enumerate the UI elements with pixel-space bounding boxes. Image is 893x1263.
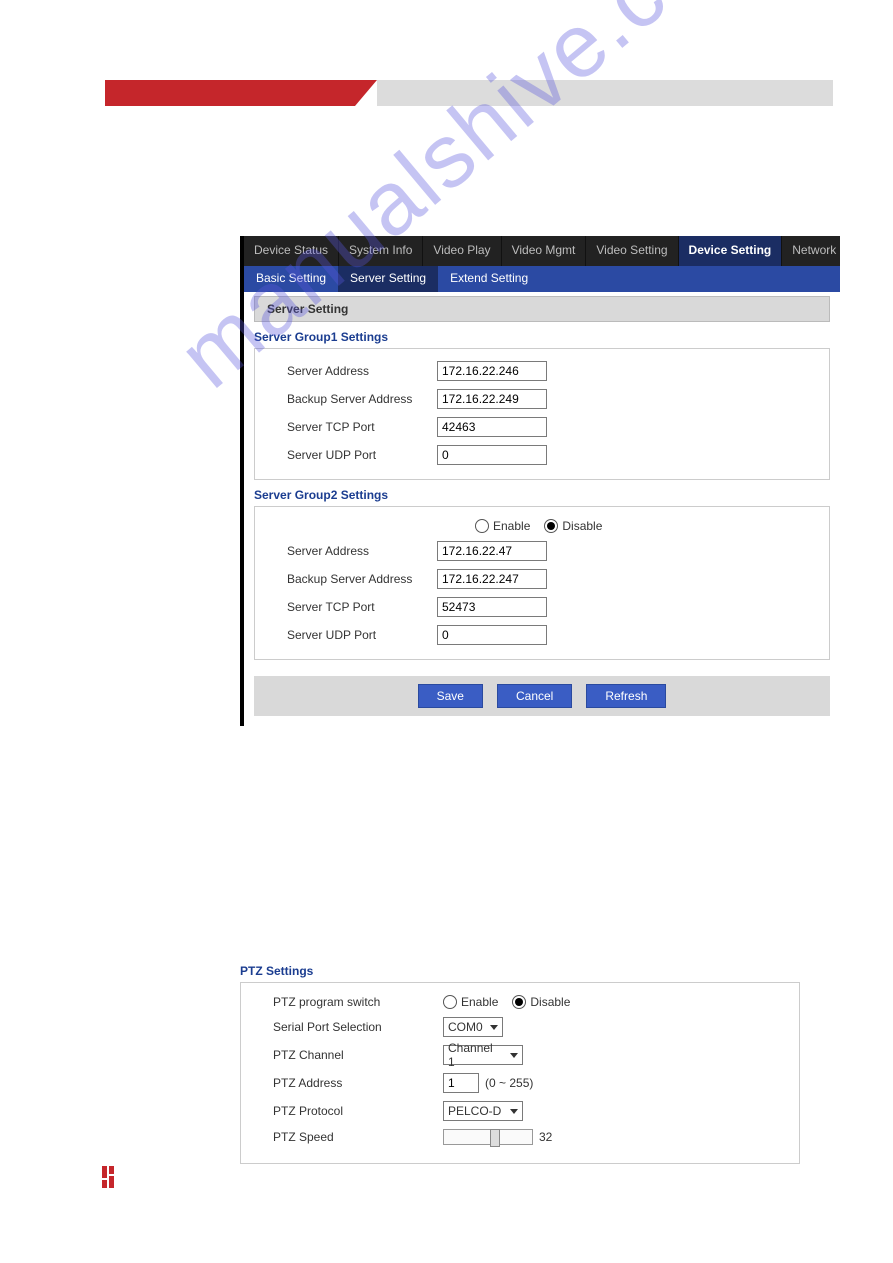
g2-tcp-label: Server TCP Port [267, 600, 437, 614]
g2-server-address-input[interactable] [437, 541, 547, 561]
g1-udp-input[interactable] [437, 445, 547, 465]
ptz-box: PTZ program switch Enable Disable Serial… [240, 982, 800, 1164]
g2-tcp-input[interactable] [437, 597, 547, 617]
g1-udp-label: Server UDP Port [267, 448, 437, 462]
tab-device-status[interactable]: Device Status [244, 236, 339, 266]
button-bar: Save Cancel Refresh [254, 676, 830, 716]
g2-udp-label: Server UDP Port [267, 628, 437, 642]
tab-network-settings[interactable]: Network Setti [782, 236, 840, 266]
tab-video-setting[interactable]: Video Setting [586, 236, 678, 266]
ptz-channel-label: PTZ Channel [253, 1048, 443, 1062]
g2-backup-input[interactable] [437, 569, 547, 589]
ptz-speed-value: 32 [539, 1130, 552, 1144]
ptz-switch-label: PTZ program switch [253, 995, 443, 1009]
ptz-address-range: (0 ~ 255) [485, 1076, 533, 1090]
top-tabs: Device Status System Info Video Play Vid… [244, 236, 840, 266]
g1-backup-label: Backup Server Address [267, 392, 437, 406]
banner-red [105, 80, 355, 106]
group1-box: Server Address Backup Server Address Ser… [254, 348, 830, 480]
g1-server-address-label: Server Address [267, 364, 437, 378]
g1-tcp-input[interactable] [437, 417, 547, 437]
server-setting-screenshot: Device Status System Info Video Play Vid… [240, 236, 840, 726]
ptz-settings-screenshot: PTZ Settings PTZ program switch Enable D… [240, 956, 800, 1164]
subtab-extend-setting[interactable]: Extend Setting [438, 266, 540, 292]
group2-title: Server Group2 Settings [254, 480, 830, 506]
g2-backup-label: Backup Server Address [267, 572, 437, 586]
g1-backup-input[interactable] [437, 389, 547, 409]
sub-tabs: Basic Setting Server Setting Extend Sett… [244, 266, 840, 292]
g2-enable-label: Enable [493, 519, 530, 533]
ptz-enable-radio[interactable] [443, 995, 457, 1009]
tab-video-play[interactable]: Video Play [423, 236, 501, 266]
brand-logo-icon [100, 1166, 116, 1188]
group1-title: Server Group1 Settings [254, 322, 830, 348]
g2-enable-radio[interactable] [475, 519, 489, 533]
banner-gray [377, 80, 833, 106]
g1-tcp-label: Server TCP Port [267, 420, 437, 434]
save-button[interactable]: Save [418, 684, 483, 708]
g2-server-address-label: Server Address [267, 544, 437, 558]
g2-disable-radio[interactable] [544, 519, 558, 533]
refresh-button[interactable]: Refresh [586, 684, 666, 708]
g1-server-address-input[interactable] [437, 361, 547, 381]
ptz-serial-select[interactable]: COM0 [443, 1017, 503, 1037]
ptz-address-input[interactable] [443, 1073, 479, 1093]
tab-device-setting[interactable]: Device Setting [679, 236, 783, 266]
ptz-serial-label: Serial Port Selection [253, 1020, 443, 1034]
ptz-title: PTZ Settings [240, 956, 800, 982]
g2-udp-input[interactable] [437, 625, 547, 645]
ptz-protocol-label: PTZ Protocol [253, 1104, 443, 1118]
ptz-address-label: PTZ Address [253, 1076, 443, 1090]
ptz-protocol-select[interactable]: PELCO-D [443, 1101, 523, 1121]
ptz-enable-label: Enable [461, 995, 498, 1009]
g2-disable-label: Disable [562, 519, 602, 533]
cancel-button[interactable]: Cancel [497, 684, 572, 708]
ptz-speed-label: PTZ Speed [253, 1130, 443, 1144]
subtab-server-setting[interactable]: Server Setting [338, 266, 438, 292]
ptz-channel-select[interactable]: Channel 1 [443, 1045, 523, 1065]
tab-video-mgmt[interactable]: Video Mgmt [502, 236, 587, 266]
ptz-disable-radio[interactable] [512, 995, 526, 1009]
ptz-speed-slider[interactable] [443, 1129, 533, 1145]
ptz-disable-label: Disable [530, 995, 570, 1009]
tab-system-info[interactable]: System Info [339, 236, 423, 266]
header-banner [105, 80, 833, 106]
panel-header: Server Setting [254, 296, 830, 322]
subtab-basic-setting[interactable]: Basic Setting [244, 266, 338, 292]
slider-thumb[interactable] [490, 1129, 500, 1147]
group2-box: Enable Disable Server Address Backup Ser… [254, 506, 830, 660]
